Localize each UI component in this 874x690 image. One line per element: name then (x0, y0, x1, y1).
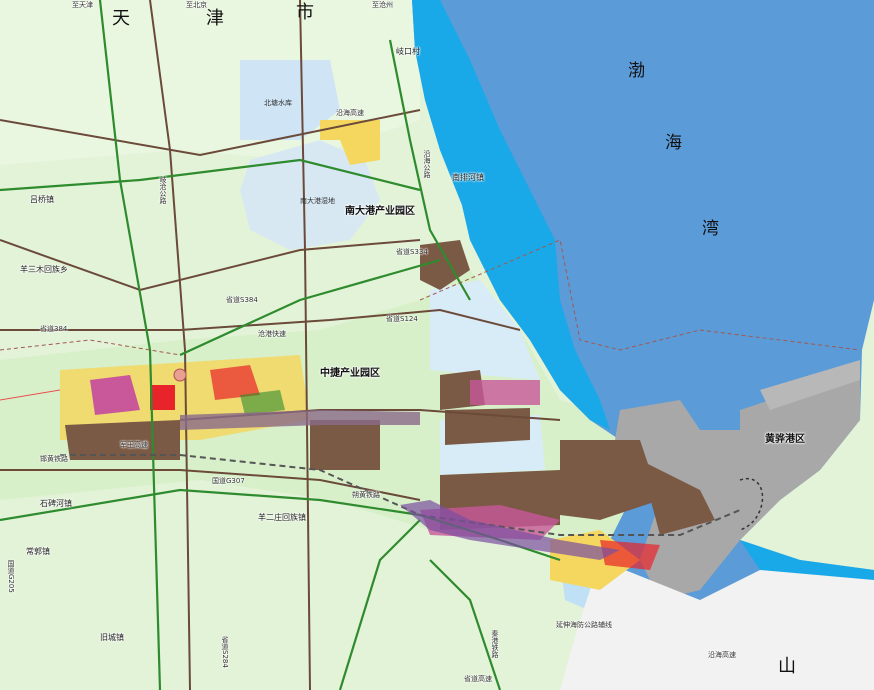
sea-bo: 渤 (628, 61, 645, 81)
region-shi: 市 (296, 2, 314, 23)
water-beitang: 北塘水库 (264, 99, 292, 107)
zone-nandagang: 南大港产业园区 (345, 206, 415, 217)
road-coastal-exp: 沿海高速 (336, 109, 364, 117)
road-huangwan: 省道S284 (221, 636, 229, 668)
road-shuohuang: 朔黄铁路 (352, 491, 380, 499)
road-chenggang: 秦港铁路 (491, 630, 499, 658)
sea-wan: 湾 (702, 219, 719, 239)
city-block-red (150, 385, 175, 410)
road-beiyan: 省道高速 (464, 675, 492, 683)
region-shan: 山 (778, 656, 796, 677)
town-changzhuang: 常郭镇 (26, 547, 50, 556)
zj-logistics (470, 380, 540, 405)
road-coastal-road: 延伸海防公路辅线 (556, 621, 612, 629)
town-yangsanmu: 羊三木回族乡 (20, 265, 68, 274)
water-nandagang: 南大港湿地 (300, 197, 335, 205)
town-qikou: 岐口村 (396, 47, 420, 56)
map-canvas[interactable]: 天 津 市 山 渤 海 湾 南大港产业园区 中捷产业园区 黄骅港区 岐口村 南排… (0, 0, 874, 690)
town-shidian: 石碑河镇 (40, 499, 72, 508)
road-g307: 国道G307 (212, 477, 245, 485)
road-canghai: 沧港快速 (258, 330, 286, 338)
road-g205: 国道G205 (7, 560, 15, 593)
sea-hai: 海 (665, 133, 682, 153)
road-to-cangzhou: 至沧州 (372, 1, 393, 9)
interchange (173, 368, 187, 382)
town-yangerzhuang: 羊二庄回族镇 (258, 513, 306, 522)
road-to-beijing: 至北京 (186, 1, 207, 9)
road-to-tianjin: 至天津 (72, 1, 93, 9)
town-lvqiao: 吕桥镇 (30, 195, 54, 204)
road-s334: 省道S334 (396, 248, 428, 256)
road-s384-short: 省道384 (40, 325, 68, 333)
road-s384: 省道S384 (226, 296, 258, 304)
region-jin: 津 (206, 8, 224, 29)
zone-zhongjie: 中捷产业园区 (320, 368, 380, 379)
road-junlu: 军王高速 (120, 441, 148, 449)
road-s124: 省道S124 (386, 315, 418, 323)
road-qikou-coastal: 岐沧公路 (159, 176, 167, 204)
road-haixing: 沿海公路 (423, 150, 431, 178)
road-coastal-hwy: 沿海高速 (708, 651, 736, 659)
region-tian: 天 (112, 8, 130, 29)
road-handan-huanghua: 邯黄铁路 (40, 455, 68, 463)
zj-block-1 (310, 420, 380, 470)
zone-huanghua-port: 黄骅港区 (765, 434, 805, 445)
map-graphics (0, 0, 874, 690)
town-jiuzhuang: 旧城镇 (100, 633, 124, 642)
town-nanpaihe: 南排河镇 (452, 173, 484, 182)
